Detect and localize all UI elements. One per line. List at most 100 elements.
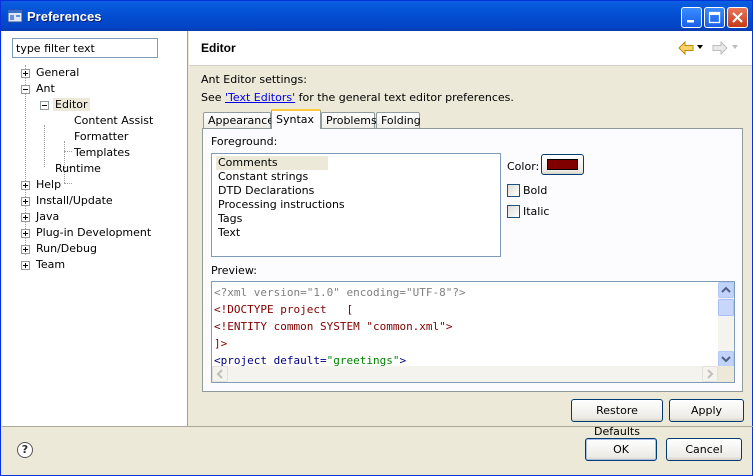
- tab-problems[interactable]: Problems: [321, 112, 377, 129]
- code-token: <!ENTITY common SYSTEM: [214, 320, 367, 333]
- cancel-button[interactable]: Cancel: [666, 438, 742, 461]
- code-line: <!DOCTYPE project [: [214, 303, 354, 316]
- tree-item-label: General: [36, 66, 80, 79]
- tree-item-label: Team: [36, 258, 66, 271]
- scroll-thumb[interactable]: [718, 299, 734, 316]
- tree-line: [64, 183, 72, 184]
- close-icon: [732, 12, 743, 23]
- bold-checkbox[interactable]: [507, 184, 520, 197]
- vertical-scrollbar[interactable]: [718, 282, 734, 367]
- filter-input[interactable]: [12, 38, 158, 58]
- footer-divider: [2, 426, 753, 427]
- foreground-label: Foreground:: [211, 135, 278, 148]
- collapse-icon[interactable]: [40, 101, 49, 110]
- list-item[interactable]: DTD Declarations: [218, 184, 314, 198]
- tree-item-ant[interactable]: Ant: [36, 81, 55, 97]
- page-header: Editor: [189, 31, 752, 65]
- foreground-list[interactable]: Comments Constant strings DTD Declaratio…: [211, 153, 501, 257]
- tab-syntax[interactable]: Syntax: [271, 109, 321, 129]
- chevron-down-icon: [721, 356, 731, 363]
- expand-icon[interactable]: [21, 229, 30, 238]
- expand-icon[interactable]: [21, 181, 30, 190]
- tree-item-label: Editor: [53, 98, 90, 111]
- tree-item-content-assist[interactable]: Content Assist: [74, 113, 153, 129]
- title-bar[interactable]: Preferences: [1, 1, 752, 31]
- tree-item-runtime[interactable]: Runtime: [55, 161, 101, 177]
- back-arrow-icon[interactable]: [678, 41, 694, 55]
- tree-item-install-update[interactable]: Install/Update: [36, 193, 113, 209]
- preview-label: Preview:: [211, 264, 257, 277]
- settings-label: Ant Editor settings:: [201, 73, 307, 86]
- tree-item-label: Install/Update: [36, 194, 113, 207]
- tree-line: [64, 151, 72, 152]
- expand-icon[interactable]: [21, 213, 30, 222]
- list-item[interactable]: Tags: [218, 212, 242, 226]
- tree-item-label: Help: [36, 178, 62, 191]
- tree-item-run-debug[interactable]: Run/Debug: [36, 241, 97, 257]
- list-item[interactable]: Comments: [216, 156, 328, 170]
- list-item[interactable]: Processing instructions: [218, 198, 345, 212]
- horizontal-scrollbar[interactable]: [212, 366, 718, 382]
- see-text: See 'Text Editors' for the general text …: [201, 91, 514, 104]
- preview-editor[interactable]: <?xml version="1.0" encoding="UTF-8"?> <…: [211, 281, 735, 383]
- restore-defaults-button[interactable]: Restore Defaults: [571, 399, 663, 438]
- chevron-down-icon[interactable]: [697, 45, 703, 49]
- list-item[interactable]: Constant strings: [218, 170, 308, 184]
- help-icon[interactable]: ?: [17, 442, 33, 458]
- header-divider: [189, 65, 752, 66]
- expand-icon[interactable]: [21, 69, 30, 78]
- color-swatch: [547, 159, 578, 170]
- code-line: ]>: [214, 337, 228, 350]
- color-label: Color:: [507, 160, 540, 173]
- tab-appearance[interactable]: Appearance: [203, 112, 274, 129]
- minimize-icon: [687, 20, 694, 23]
- tree-item-label: Templates: [74, 146, 130, 159]
- chevron-down-icon: [732, 45, 738, 49]
- tree-item-label: Plug-in Development: [36, 226, 152, 239]
- apply-button[interactable]: Apply: [669, 399, 744, 422]
- tree-item-general[interactable]: General: [36, 65, 79, 81]
- tree-item-label: Ant: [36, 82, 55, 95]
- tree-item-help[interactable]: Help: [36, 177, 61, 193]
- scroll-up-button[interactable]: [718, 282, 734, 298]
- preference-tree-panel: General Ant Editor Content Assist Format…: [2, 31, 188, 426]
- color-picker-button[interactable]: [541, 154, 584, 175]
- maximize-button[interactable]: [704, 7, 725, 28]
- preference-page: Editor Ant Editor settings: See 'Text Ed…: [189, 31, 752, 438]
- tree-item-editor[interactable]: Editor: [53, 97, 90, 113]
- list-item[interactable]: Text: [218, 226, 240, 240]
- ok-button[interactable]: OK: [585, 438, 657, 461]
- tab-folding[interactable]: Folding: [376, 112, 421, 129]
- tree-item-team[interactable]: Team: [36, 257, 65, 273]
- chevron-up-icon: [721, 286, 731, 293]
- text-editors-link[interactable]: 'Text Editors': [225, 91, 295, 104]
- scroll-corner: [718, 366, 734, 382]
- minimize-button[interactable]: [681, 7, 702, 28]
- code-token: >: [445, 320, 453, 333]
- maximize-icon: [708, 11, 721, 24]
- scroll-down-button[interactable]: [718, 351, 734, 367]
- tree-item-label: Content Assist: [74, 114, 154, 127]
- preferences-window: Preferences General Ant Editor: [0, 0, 753, 476]
- tree-item-plugin-development[interactable]: Plug-in Development: [36, 225, 151, 241]
- bold-label: Bold: [523, 184, 548, 197]
- window-title: Preferences: [27, 9, 102, 24]
- code-line: <?xml version="1.0" encoding="UTF-8"?>: [214, 286, 466, 299]
- tree-item-formatter[interactable]: Formatter: [74, 129, 128, 145]
- forward-arrow-icon: [712, 41, 728, 55]
- expand-icon[interactable]: [21, 261, 30, 270]
- tree-line: [44, 125, 45, 167]
- expand-icon[interactable]: [21, 245, 30, 254]
- scroll-right-button[interactable]: [702, 366, 718, 382]
- italic-checkbox[interactable]: [507, 205, 520, 218]
- close-button[interactable]: [727, 7, 748, 28]
- tree-item-label: Runtime: [55, 162, 101, 175]
- collapse-icon[interactable]: [21, 85, 30, 94]
- tree-item-java[interactable]: Java: [36, 209, 59, 225]
- chevron-right-icon: [707, 369, 714, 379]
- expand-icon[interactable]: [21, 197, 30, 206]
- tree-item-templates[interactable]: Templates: [74, 145, 130, 161]
- code-token: "common.xml": [366, 320, 446, 333]
- see-suffix: for the general text editor preferences.: [295, 91, 514, 104]
- scroll-left-button[interactable]: [212, 366, 228, 382]
